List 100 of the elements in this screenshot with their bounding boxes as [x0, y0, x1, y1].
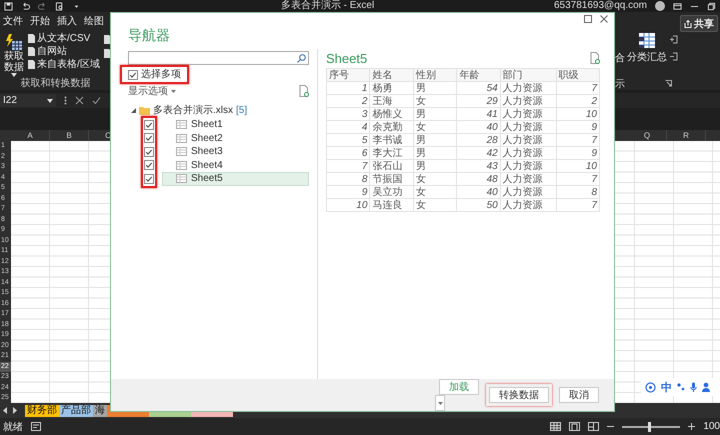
sheet-icon — [176, 174, 187, 184]
table-cell: 9 — [556, 146, 600, 160]
checkbox[interactable] — [144, 133, 154, 144]
table-cell: 人力资源 — [500, 198, 556, 212]
column-header: 序号 — [326, 68, 370, 82]
share-button[interactable]: 共享 — [680, 15, 718, 32]
data-source-button[interactable]: 自网站 — [28, 46, 100, 57]
normal-view-icon[interactable] — [550, 422, 562, 431]
redo-icon[interactable] — [38, 2, 47, 10]
dialog-launcher-icon[interactable] — [665, 80, 672, 87]
dialog-button[interactable]: 转换数据 — [489, 387, 549, 403]
table-cell: 1 — [326, 82, 370, 94]
share-icon — [684, 20, 692, 28]
sheet-item[interactable]: Sheet4 — [162, 158, 309, 172]
maximize-icon[interactable] — [584, 15, 592, 23]
column-header: 姓名 — [370, 68, 414, 82]
dialog-button[interactable]: 加载 — [439, 379, 479, 395]
avatar-icon[interactable] — [655, 1, 665, 11]
table-cell: 40 — [456, 186, 500, 198]
next-sheet-icon[interactable] — [12, 407, 17, 414]
dots-icon[interactable] — [677, 382, 685, 392]
sheet-name[interactable]: Sheet1 — [191, 119, 223, 130]
microphone-icon[interactable] — [690, 382, 697, 392]
table-cell: 吴立功 — [370, 186, 414, 198]
sheet-name[interactable]: Sheet4 — [191, 160, 223, 171]
save-icon[interactable] — [4, 2, 13, 10]
sheet-item[interactable]: Sheet5 — [162, 172, 309, 186]
cancel-icon[interactable] — [75, 96, 84, 105]
column-header: 年龄 — [456, 68, 500, 82]
ribbon-tab[interactable]: 绘图 — [84, 14, 104, 28]
close-icon[interactable] — [600, 15, 608, 23]
checkbox[interactable] — [144, 160, 154, 170]
sheet-icon — [176, 147, 187, 156]
person-icon[interactable] — [702, 382, 710, 392]
zoom-out-icon[interactable] — [607, 423, 614, 430]
caret-icon[interactable] — [47, 98, 53, 102]
item-count: [5] — [236, 104, 248, 116]
table-cell: 女 — [413, 94, 457, 108]
dialog-button[interactable]: 取消 — [559, 387, 599, 403]
page-break-icon[interactable] — [588, 422, 600, 431]
name-box[interactable]: I22 — [0, 94, 56, 107]
zoom-thumb[interactable] — [648, 422, 652, 432]
collapse-group-icon[interactable] — [669, 52, 678, 61]
target-icon[interactable] — [645, 382, 656, 392]
database-icon — [5, 33, 23, 51]
account-name[interactable]: 653781693@qq.com — [554, 0, 647, 12]
sheet-tab[interactable]: 产品部 — [59, 404, 93, 416]
search-icon[interactable] — [297, 54, 306, 62]
checkbox[interactable] — [128, 70, 138, 80]
data-source-button[interactable]: 从文本/CSV — [28, 33, 100, 44]
undo-icon[interactable] — [21, 2, 30, 10]
checkbox[interactable] — [144, 120, 154, 130]
expand-group-icon[interactable] — [669, 35, 678, 44]
zoom-level[interactable]: 100 — [703, 421, 720, 432]
sheet-tab[interactable]: 财务部 — [25, 404, 59, 416]
get-data-button[interactable]: 获取数据 — [0, 33, 26, 77]
ribbon-tab[interactable]: 文件 — [3, 14, 23, 28]
sheet-item[interactable]: Sheet1 — [162, 118, 309, 132]
enter-icon[interactable] — [92, 96, 101, 105]
table-cell: 8 — [556, 186, 600, 198]
table-cell: 杨勇 — [370, 82, 414, 94]
sheet-item[interactable]: Sheet3 — [162, 145, 309, 158]
print-preview-icon[interactable] — [55, 2, 64, 10]
sheet-tab[interactable]: 海 — [93, 404, 107, 416]
table-cell: 6 — [326, 146, 370, 160]
dialog-title: 导航器 — [127, 26, 171, 45]
input-mode-toggle[interactable]: 中 — [661, 380, 672, 394]
checkbox[interactable] — [144, 174, 154, 184]
table-cell: 10 — [326, 198, 370, 212]
restore-icon[interactable] — [707, 2, 716, 10]
table-cell: 男 — [413, 82, 457, 94]
refresh-icon[interactable] — [299, 85, 309, 97]
subtotal-button[interactable]: 分类汇总 — [627, 32, 667, 64]
zoom-in-icon[interactable] — [688, 423, 696, 430]
previous-sheet-icon[interactable] — [3, 407, 8, 414]
table-cell: 人力资源 — [500, 82, 556, 94]
sheet-name[interactable]: Sheet2 — [191, 132, 223, 144]
table-cell: 男 — [413, 108, 457, 120]
checkbox[interactable] — [144, 146, 154, 157]
ribbon-label[interactable]: 合 — [615, 51, 625, 65]
search-field[interactable] — [128, 51, 309, 65]
checkbox-label[interactable]: 选择多项 — [141, 69, 181, 80]
sheet-name[interactable]: Sheet5 — [191, 173, 223, 184]
sheet-name[interactable]: Sheet3 — [191, 146, 223, 158]
file-name[interactable]: 多表合并演示.xlsx — [153, 103, 233, 117]
table-cell: 女 — [413, 120, 457, 134]
page-layout-icon[interactable] — [569, 422, 580, 431]
ribbon-tab[interactable]: 开始 — [30, 14, 50, 28]
table-cell: 女 — [413, 172, 457, 186]
column-header: 职级 — [556, 68, 600, 82]
data-source-button[interactable]: 来自表格/区域 — [28, 59, 100, 70]
macro-icon[interactable] — [31, 422, 41, 431]
ribbon-display-icon[interactable] — [673, 2, 682, 10]
subtotal-label[interactable]: 分类汇总 — [627, 50, 667, 64]
dropdown-button[interactable] — [435, 395, 445, 411]
display-options-menu[interactable]: 显示选项 — [128, 84, 176, 98]
ribbon-tab[interactable]: 插入 — [57, 14, 77, 28]
sheet-item[interactable]: Sheet2 — [162, 132, 309, 145]
more-icon[interactable] — [64, 96, 67, 105]
table-cell: 42 — [456, 146, 500, 160]
